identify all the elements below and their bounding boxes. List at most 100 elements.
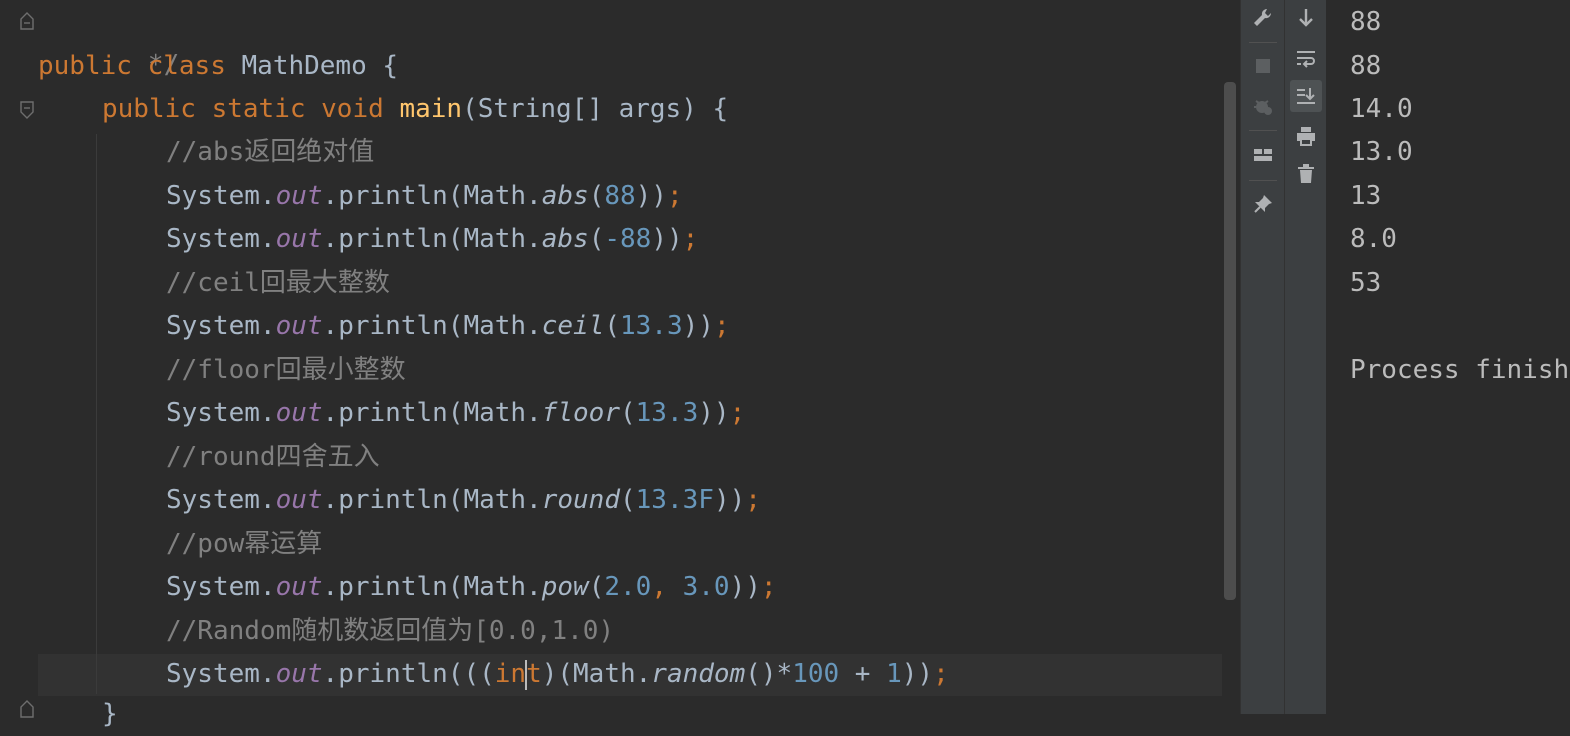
field-token: out	[275, 659, 323, 689]
semicolon-token: ;	[760, 572, 777, 602]
code-token: System.	[166, 572, 276, 602]
editor-gutter	[0, 0, 38, 718]
console-process-status: Process finish	[1350, 355, 1570, 385]
fold-end-icon[interactable]	[19, 12, 35, 30]
keyword: public	[38, 51, 132, 81]
fold-start-icon[interactable]	[19, 101, 35, 119]
code-token: Math.	[463, 572, 542, 602]
scroll-to-end-icon[interactable]	[1290, 80, 1322, 112]
number-token: 13.3	[635, 398, 699, 428]
stop-icon[interactable]	[1247, 50, 1279, 82]
console-line: 53	[1350, 268, 1382, 298]
debug-bug-icon[interactable]	[1247, 90, 1279, 122]
code-token: ))	[651, 224, 683, 254]
keyword: void	[321, 94, 384, 124]
code-token: ))	[635, 181, 667, 211]
code-line: System.out.println(Math.pow(2.0, 3.0));	[166, 572, 777, 602]
toolbar-separator	[1249, 180, 1277, 181]
code-line: }	[102, 693, 118, 736]
field-token: out	[275, 224, 323, 254]
brace: }	[102, 699, 118, 729]
keyword: public	[102, 94, 196, 124]
code-token: System.	[166, 659, 276, 689]
static-method-token: abs	[541, 224, 589, 254]
code-token: ))	[682, 311, 714, 341]
static-method-token: pow	[541, 572, 589, 602]
soft-wrap-icon[interactable]	[1290, 42, 1322, 74]
number-token: 100	[792, 659, 840, 689]
code-token: +	[839, 659, 887, 689]
arrow-down-icon[interactable]	[1290, 2, 1322, 34]
static-method-token: ceil	[541, 311, 605, 341]
code-line: System.out.println(Math.floor(13.3));	[166, 398, 746, 428]
number-token: 3.0	[682, 572, 730, 602]
class-name: MathDemo	[241, 51, 367, 81]
comment-line: //floor回最小整数	[166, 355, 406, 385]
code-token: .println(	[322, 659, 464, 689]
pin-icon[interactable]	[1247, 188, 1279, 220]
comment-line: //ceil回最大整数	[166, 268, 390, 298]
code-token: )(Math.	[541, 659, 652, 689]
code-token: System.	[166, 485, 276, 515]
toolbar-separator	[1249, 130, 1277, 131]
code-line: System.out.println(Math.abs(88));	[166, 181, 683, 211]
layout-icon[interactable]	[1247, 139, 1279, 171]
number-token: 13.3F	[635, 485, 714, 515]
run-console[interactable]: 88 88 14.0 13.0 13 8.0 53 Process finish	[1326, 0, 1570, 714]
code-line: System.out.println(Math.ceil(13.3));	[166, 311, 730, 341]
code-token: .println(	[322, 224, 464, 254]
code-token: .println(	[322, 572, 464, 602]
wrench-icon[interactable]	[1247, 2, 1279, 34]
code-token: Math.	[463, 224, 542, 254]
code-token: Math.	[463, 398, 542, 428]
static-method-token: round	[541, 485, 620, 515]
code-line: System.out.println(Math.abs(-88));	[166, 224, 699, 254]
code-editor[interactable]: */ public class MathDemo { public static…	[0, 0, 1240, 729]
keyword: in	[494, 659, 527, 689]
code-token: ))	[698, 398, 730, 428]
code-token: ()*	[745, 659, 793, 689]
keyword: class	[147, 51, 226, 81]
brace: {	[382, 51, 399, 81]
console-line: 13	[1350, 181, 1382, 211]
comment-line: //pow幂运算	[166, 529, 323, 559]
keyword: static	[211, 94, 306, 124]
code-line: public class MathDemo {	[38, 45, 398, 88]
code-token: ))	[713, 485, 746, 515]
number-token: 88	[604, 181, 636, 211]
semicolon-token: ;	[682, 224, 699, 254]
comment-line: //abs返回绝对值	[166, 137, 375, 167]
code-line-current[interactable]: System.out.println(((int)(Math.random()*…	[166, 653, 949, 696]
comment-line: //Random随机数返回值为[0.0,1.0)	[166, 616, 615, 646]
semicolon-token: ;	[666, 181, 683, 211]
number-token: 1	[886, 659, 902, 689]
code-token: System.	[166, 311, 276, 341]
run-toolbar-left	[1240, 0, 1285, 714]
number-token: 2.0	[604, 572, 652, 602]
static-method-token: floor	[541, 398, 620, 428]
editor-scrollbar[interactable]	[1224, 82, 1236, 600]
code-token: System.	[166, 398, 276, 428]
print-icon[interactable]	[1290, 120, 1322, 152]
run-toolbar-right	[1284, 0, 1327, 714]
number-token: -88	[604, 224, 652, 254]
code-token: .println(	[322, 311, 464, 341]
field-token: out	[275, 485, 323, 515]
console-line: 8.0	[1350, 224, 1397, 254]
field-token: out	[275, 398, 323, 428]
fold-end-icon[interactable]	[19, 700, 35, 718]
number-token: 13.3	[620, 311, 683, 341]
console-line: 88	[1350, 51, 1382, 81]
method-name: main	[399, 94, 463, 124]
trash-icon[interactable]	[1290, 158, 1322, 190]
semicolon-token: ;	[745, 485, 761, 515]
toolbar-separator	[1249, 42, 1277, 43]
indent-guide	[96, 134, 97, 694]
code-line: System.out.println(Math.round(13.3F));	[166, 485, 761, 515]
static-method-token: abs	[541, 181, 589, 211]
code-token: System.	[166, 181, 276, 211]
semicolon-token: ;	[713, 311, 730, 341]
console-line: 88	[1350, 7, 1382, 37]
comma-token: ,	[651, 572, 683, 602]
code-token: System.	[166, 224, 276, 254]
